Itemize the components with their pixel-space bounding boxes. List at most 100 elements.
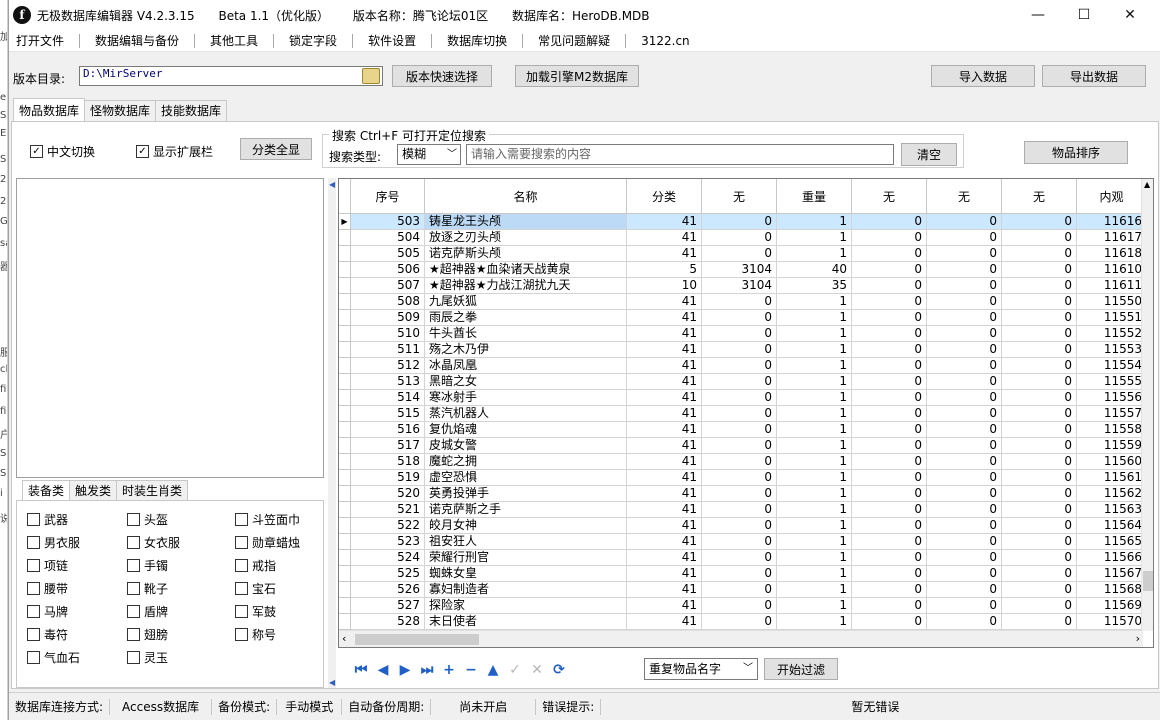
category-checkbox[interactable]: 马牌 (27, 603, 68, 620)
table-cell[interactable]: 0 (1002, 294, 1077, 310)
table-cell[interactable]: 0 (852, 470, 927, 486)
table-cell[interactable]: 0 (702, 294, 777, 310)
refresh-icon[interactable]: ⟳ (548, 660, 570, 680)
table-cell[interactable]: 41 (627, 422, 702, 438)
table-cell[interactable]: 0 (927, 214, 1002, 230)
category-checkbox[interactable]: 勋章蜡烛 (235, 534, 300, 551)
menu-open-file[interactable]: 打开文件 (9, 30, 71, 52)
next-icon[interactable]: ▶ (394, 660, 416, 680)
table-cell[interactable]: 3104 (702, 278, 777, 294)
tab-trigger[interactable]: 触发类 (69, 480, 118, 500)
category-checkbox[interactable]: 女衣服 (127, 534, 180, 551)
insert-icon[interactable]: + (438, 660, 460, 680)
table-cell[interactable]: 0 (702, 518, 777, 534)
table-cell[interactable]: 11561 (1077, 470, 1147, 486)
maximize-button[interactable]: ☐ (1061, 0, 1107, 30)
row-indicator[interactable] (339, 486, 351, 502)
table-cell[interactable]: 5 (627, 262, 702, 278)
table-row[interactable]: 522 皎月女神 41 0 1 0 0 0 11564 (339, 518, 1147, 534)
table-cell[interactable]: 11616 (1077, 214, 1147, 230)
table-cell[interactable]: 1 (777, 598, 852, 614)
category-checkbox[interactable]: 项链 (27, 557, 68, 574)
table-row[interactable]: 521 诺克萨斯之手 41 0 1 0 0 0 11563 (339, 502, 1147, 518)
table-cell[interactable]: 1 (777, 518, 852, 534)
table-cell[interactable]: 1 (777, 454, 852, 470)
table-row[interactable]: 511 殇之木乃伊 41 0 1 0 0 0 11553 (339, 342, 1147, 358)
table-cell[interactable]: 40 (777, 262, 852, 278)
category-checkbox[interactable]: 斗笠面巾 (235, 511, 300, 528)
table-cell[interactable]: 1 (777, 486, 852, 502)
table-cell[interactable]: 41 (627, 502, 702, 518)
menu-other-tools[interactable]: 其他工具 (203, 30, 265, 52)
table-cell[interactable]: 0 (852, 486, 927, 502)
table-cell[interactable]: 0 (702, 406, 777, 422)
table-row[interactable]: 512 冰晶凤凰 41 0 1 0 0 0 11554 (339, 358, 1147, 374)
table-cell[interactable]: 11550 (1077, 294, 1147, 310)
horizontal-scrollbar[interactable]: ‹ › (339, 630, 1143, 647)
table-cell[interactable]: 寒冰射手 (425, 390, 627, 406)
category-checkbox[interactable]: 翅膀 (127, 626, 168, 643)
table-cell[interactable]: 0 (702, 422, 777, 438)
table-row[interactable]: 517 皮城女警 41 0 1 0 0 0 11559 (339, 438, 1147, 454)
post-icon[interactable]: ✓ (504, 660, 526, 680)
table-cell[interactable]: 41 (627, 598, 702, 614)
table-cell[interactable]: 黑暗之女 (425, 374, 627, 390)
table-row[interactable]: 519 虚空恐惧 41 0 1 0 0 0 11561 (339, 470, 1147, 486)
table-cell[interactable]: 11557 (1077, 406, 1147, 422)
row-indicator[interactable] (339, 406, 351, 422)
table-cell[interactable]: 末日使者 (425, 614, 627, 630)
table-cell[interactable]: 0 (927, 598, 1002, 614)
category-checkbox[interactable]: 靴子 (127, 580, 168, 597)
table-cell[interactable]: 0 (1002, 214, 1077, 230)
category-checkbox[interactable]: 男衣服 (27, 534, 80, 551)
table-cell[interactable]: 516 (351, 422, 425, 438)
table-cell[interactable]: 0 (702, 502, 777, 518)
edit-icon[interactable]: ▲ (482, 660, 504, 680)
row-indicator[interactable] (339, 438, 351, 454)
table-cell[interactable]: 41 (627, 534, 702, 550)
table-cell[interactable]: 1 (777, 614, 852, 630)
table-cell[interactable]: 11565 (1077, 534, 1147, 550)
table-cell[interactable]: 0 (927, 454, 1002, 470)
row-indicator[interactable] (339, 374, 351, 390)
table-cell[interactable]: 0 (852, 390, 927, 406)
table-cell[interactable]: 0 (702, 566, 777, 582)
show-all-categories-button[interactable]: 分类全显 (240, 138, 312, 160)
delete-icon[interactable]: − (460, 660, 482, 680)
import-button[interactable]: 导入数据 (931, 65, 1035, 87)
table-cell[interactable]: 0 (927, 262, 1002, 278)
table-cell[interactable]: 505 (351, 246, 425, 262)
table-cell[interactable]: 11555 (1077, 374, 1147, 390)
table-cell[interactable]: 0 (1002, 582, 1077, 598)
category-checkbox[interactable]: 宝石 (235, 580, 276, 597)
table-cell[interactable]: 0 (852, 262, 927, 278)
table-cell[interactable]: 蜘蛛女皇 (425, 566, 627, 582)
table-cell[interactable]: 504 (351, 230, 425, 246)
table-cell[interactable]: 0 (927, 470, 1002, 486)
table-cell[interactable]: 0 (1002, 518, 1077, 534)
row-indicator[interactable] (339, 262, 351, 278)
table-row[interactable]: 523 祖安狂人 41 0 1 0 0 0 11565 (339, 534, 1147, 550)
menu-db-switch[interactable]: 数据库切换 (440, 30, 514, 52)
table-cell[interactable]: 0 (927, 358, 1002, 374)
table-cell[interactable]: 0 (702, 454, 777, 470)
table-cell[interactable]: 0 (927, 406, 1002, 422)
search-input[interactable]: 请输入需要搜索的内容 (466, 144, 894, 165)
row-indicator[interactable] (339, 310, 351, 326)
table-cell[interactable]: 0 (852, 278, 927, 294)
clear-button[interactable]: 清空 (901, 143, 957, 166)
table-cell[interactable]: 0 (852, 326, 927, 342)
table-cell[interactable]: 1 (777, 230, 852, 246)
table-cell[interactable]: 0 (1002, 550, 1077, 566)
table-cell[interactable]: 11563 (1077, 502, 1147, 518)
row-indicator[interactable] (339, 326, 351, 342)
close-button[interactable]: ✕ (1107, 0, 1153, 30)
table-cell[interactable]: 11558 (1077, 422, 1147, 438)
row-indicator[interactable] (339, 230, 351, 246)
table-row[interactable]: 510 牛头酋长 41 0 1 0 0 0 11552 (339, 326, 1147, 342)
table-cell[interactable]: 0 (852, 294, 927, 310)
table-cell[interactable]: 11551 (1077, 310, 1147, 326)
table-row[interactable]: 515 蒸汽机器人 41 0 1 0 0 0 11557 (339, 406, 1147, 422)
table-cell[interactable]: 0 (702, 214, 777, 230)
table-cell[interactable]: 皮城女警 (425, 438, 627, 454)
